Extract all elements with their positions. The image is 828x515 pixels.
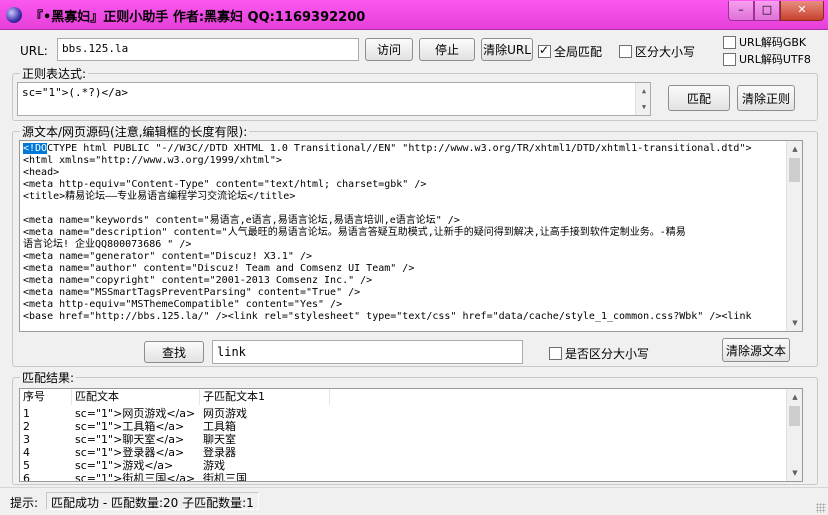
url-input[interactable]: bbs.125.la <box>57 38 359 61</box>
close-button[interactable]: ✕ <box>780 1 824 21</box>
row-match-text: sc="1">街机三国</a> <box>75 472 196 482</box>
row-submatch-text: 登录器 <box>203 446 236 459</box>
decode-utf8-label: URL解码UTF8 <box>739 53 811 66</box>
row-index: 2 <box>23 420 30 433</box>
source-line: <head> <box>23 167 60 178</box>
table-row[interactable]: 1 sc="1">网页游戏</a> 网页游戏 <box>20 407 786 420</box>
clear-regex-button[interactable]: 清除正则 <box>737 85 795 111</box>
row-index: 4 <box>23 446 30 459</box>
row-submatch-text: 街机三国 <box>203 472 247 482</box>
source-line: <meta name="description" content="人气最旺的易… <box>23 227 686 238</box>
search-button[interactable]: 查找 <box>144 341 204 363</box>
source-line: <meta name="author" content="Discuz! Tea… <box>23 263 415 274</box>
column-header-index[interactable]: 序号 <box>20 389 72 405</box>
visit-button[interactable]: 访问 <box>365 38 413 61</box>
status-bar: 提示: 匹配成功 - 匹配数量:20 子匹配数量:1 <box>0 487 828 515</box>
row-index: 1 <box>23 407 30 420</box>
source-line: <meta name="generator" content="Discuz! … <box>23 251 312 262</box>
scroll-down-icon[interactable]: ▼ <box>636 99 650 115</box>
row-index: 3 <box>23 433 30 446</box>
row-submatch-text: 聊天室 <box>203 433 236 446</box>
decode-gbk-checkbox[interactable]: URL解码GBK <box>723 34 806 50</box>
row-match-text: sc="1">工具箱</a> <box>75 420 185 433</box>
scroll-up-icon[interactable]: ▲ <box>787 389 802 405</box>
source-line: <html xmlns="http://www.w3.org/1999/xhtm… <box>23 155 282 166</box>
source-selection: <!DO <box>23 143 48 154</box>
table-row[interactable]: 6 sc="1">街机三国</a> 街机三国 <box>20 472 786 482</box>
table-row[interactable]: 5 sc="1">游戏</a> 游戏 <box>20 459 786 472</box>
row-index: 5 <box>23 459 30 472</box>
case-sensitive-check-icon <box>619 45 632 58</box>
row-submatch-text: 网页游戏 <box>203 407 247 420</box>
global-match-label: 全局匹配 <box>554 45 603 59</box>
results-scrollbar[interactable]: ▲ ▼ <box>786 389 802 481</box>
source-line: <meta name="MSSmartTagsPreventParsing" c… <box>23 287 361 298</box>
global-match-checkbox[interactable]: 全局匹配 <box>538 43 602 60</box>
case-sensitive-label: 区分大小写 <box>635 45 696 59</box>
results-table[interactable]: 序号 匹配文本 子匹配文本1 1 sc="1">网页游戏</a> 网页游戏 2 sc="… <box>19 388 803 482</box>
row-submatch-text: 工具箱 <box>203 420 236 433</box>
source-line: CTYPE html PUBLIC "-//W3C//DTD XHTML 1.0… <box>47 143 752 154</box>
stop-button[interactable]: 停止 <box>419 38 475 61</box>
row-index: 6 <box>23 472 30 482</box>
clear-source-button[interactable]: 清除源文本 <box>722 338 790 362</box>
decode-utf8-checkbox[interactable]: URL解码UTF8 <box>723 51 811 67</box>
status-label: 提示: <box>10 496 39 510</box>
scroll-down-icon[interactable]: ▼ <box>787 315 802 331</box>
resize-grip-icon[interactable] <box>816 503 826 513</box>
minimize-button[interactable]: – <box>728 1 754 21</box>
app-icon <box>6 7 22 23</box>
table-row[interactable]: 3 sc="1">聊天室</a> 聊天室 <box>20 433 786 446</box>
match-button[interactable]: 匹配 <box>668 85 730 111</box>
row-match-text: sc="1">登录器</a> <box>75 446 185 459</box>
source-line: <base href="http://bbs.125.la/" /><link … <box>23 311 752 322</box>
scroll-thumb[interactable] <box>789 158 800 182</box>
regex-value: sc="1">(.*?)</a> <box>22 86 128 99</box>
maximize-button[interactable]: □ <box>754 1 780 21</box>
search-case-check-icon <box>549 347 562 360</box>
search-case-checkbox[interactable]: 是否区分大小写 <box>549 345 649 362</box>
row-submatch-text: 游戏 <box>203 459 225 472</box>
window-title: 『•黑寡妇』正则小助手 作者:黑寡妇 QQ:1169392200 <box>30 10 366 25</box>
row-match-text: sc="1">网页游戏</a> <box>75 407 196 420</box>
column-header-submatch[interactable]: 子匹配文本1 <box>200 389 330 405</box>
status-text: 匹配成功 - 匹配数量:20 子匹配数量:1 <box>46 492 259 510</box>
decode-utf8-check-icon <box>723 52 736 66</box>
source-line: <title>精易论坛——专业易语言编程学习交流论坛</title> <box>23 191 296 202</box>
regex-group-label: 正则表达式: <box>20 65 89 82</box>
source-line: <meta http-equiv="Content-Type" content=… <box>23 179 427 190</box>
search-case-label: 是否区分大小写 <box>565 347 650 361</box>
scroll-thumb[interactable] <box>789 406 800 426</box>
regex-input[interactable]: sc="1">(.*?)</a> ▲ ▼ <box>17 82 651 116</box>
table-row[interactable]: 4 sc="1">登录器</a> 登录器 <box>20 446 786 459</box>
decode-gbk-check-icon <box>723 35 736 49</box>
clear-url-button[interactable]: 清除URL <box>481 38 533 61</box>
column-header-match[interactable]: 匹配文本 <box>72 389 200 405</box>
source-line: <meta name="keywords" content="易语言,e语言,易… <box>23 215 460 226</box>
case-sensitive-checkbox[interactable]: 区分大小写 <box>619 43 695 60</box>
source-line: 语言论坛! 企业QQ800073686 " /> <box>23 239 192 250</box>
source-line: <meta http-equiv="MSThemeCompatible" con… <box>23 299 343 310</box>
source-code[interactable]: <!DOCTYPE html PUBLIC "-//W3C//DTD XHTML… <box>23 143 787 323</box>
search-input[interactable]: link <box>212 340 523 364</box>
results-group-label: 匹配结果: <box>20 369 77 386</box>
regex-scrollbar[interactable]: ▲ ▼ <box>635 83 650 115</box>
row-match-text: sc="1">游戏</a> <box>75 459 174 472</box>
decode-gbk-label: URL解码GBK <box>739 36 807 49</box>
url-label: URL: <box>20 44 48 58</box>
source-line: <meta name="copyright" content="2001-201… <box>23 275 373 286</box>
title-bar[interactable]: 『•黑寡妇』正则小助手 作者:黑寡妇 QQ:1169392200 – □ ✕ <box>0 0 828 30</box>
source-editor[interactable]: <!DOCTYPE html PUBLIC "-//W3C//DTD XHTML… <box>19 140 803 332</box>
source-group-label: 源文本/网页源码(注意,编辑框的长度有限): <box>20 123 250 140</box>
scroll-down-icon[interactable]: ▼ <box>787 465 802 481</box>
source-scrollbar[interactable]: ▲ ▼ <box>786 141 802 331</box>
scroll-up-icon[interactable]: ▲ <box>787 141 802 157</box>
table-row[interactable]: 2 sc="1">工具箱</a> 工具箱 <box>20 420 786 433</box>
scroll-up-icon[interactable]: ▲ <box>636 83 650 99</box>
global-match-check-icon <box>538 43 551 58</box>
row-match-text: sc="1">聊天室</a> <box>75 433 185 446</box>
